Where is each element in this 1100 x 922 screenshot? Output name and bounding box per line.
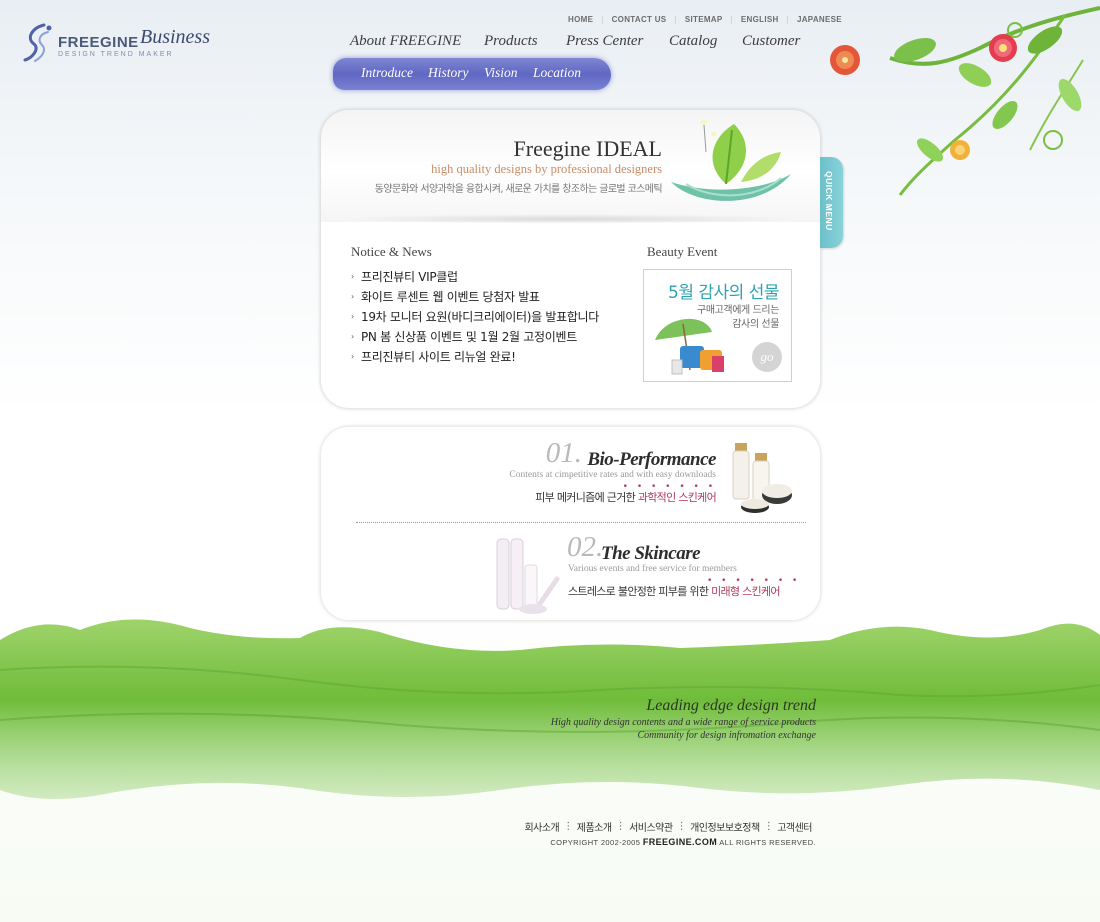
sub-nav: Introduce History Vision Location bbox=[333, 58, 611, 90]
notice-item-text[interactable]: 화이트 루센트 웹 이벤트 당첨자 발표 bbox=[361, 288, 540, 305]
flower-vine-decoration bbox=[830, 6, 1100, 196]
grass-background bbox=[0, 619, 1100, 799]
footer-link-products[interactable]: 제품소개 bbox=[573, 819, 616, 834]
footer-link-company[interactable]: 회사소개 bbox=[520, 819, 563, 834]
skincare-tubes-icon bbox=[496, 538, 560, 614]
slogan-line: Community for design infromation exchang… bbox=[637, 730, 817, 741]
product-korean: 스트레스로 불안정한 피부를 위한 미래형 스킨케어 bbox=[568, 583, 781, 599]
separator: ⋮ bbox=[563, 821, 573, 832]
slogan-line: High quality design contents and a wide … bbox=[550, 717, 816, 728]
subnav-location[interactable]: Location bbox=[533, 65, 581, 81]
product-korean-accent: 미래형 스킨케어 bbox=[711, 585, 780, 598]
event-title: 5월 감사의 선물 bbox=[668, 283, 779, 303]
banner-shadow bbox=[341, 214, 796, 224]
event-heading: Beauty Event bbox=[647, 244, 718, 259]
slogan-text: High quality design contents and a wide … bbox=[551, 716, 816, 742]
util-sitemap-link[interactable]: SITEMAP bbox=[677, 15, 731, 24]
ideal-korean-tagline: 동양문화와 서양과학을 융합시켜, 새로운 가치를 창조하는 글로벌 코스메틱 bbox=[374, 184, 663, 195]
list-item[interactable]: › 19차 모니터 요원(바디크리에이터)을 발표합니다 bbox=[351, 306, 631, 326]
product-title[interactable]: Bio-Performance bbox=[587, 449, 716, 471]
ideal-panel: Freegine IDEAL high quality designs by p… bbox=[321, 110, 820, 408]
slogan-title: Leading edge design trend bbox=[646, 697, 816, 714]
list-item[interactable]: › 프리진뷰티 VIP클럽 bbox=[351, 266, 631, 286]
list-item[interactable]: › 프리진뷰티 사이트 리뉴얼 완료! bbox=[351, 346, 631, 366]
umbrella-bags-icon bbox=[655, 318, 724, 375]
orange-flower bbox=[830, 45, 860, 75]
notice-item-text[interactable]: 프리진뷰티 VIP클럽 bbox=[361, 268, 458, 285]
logo-swirl-icon bbox=[23, 23, 52, 62]
separator: ⋮ bbox=[763, 821, 774, 832]
util-english-link[interactable]: ENGLISH bbox=[733, 15, 787, 24]
event-go-button[interactable]: go bbox=[752, 342, 782, 372]
footer-link-customer[interactable]: 고객센터 bbox=[773, 819, 816, 834]
footer-nav: 회사소개 ⋮ 제품소개 ⋮ 서비스약관 ⋮ 개인정보보호정책 ⋮ 고객센터 bbox=[520, 819, 816, 834]
leaf-boat-icon bbox=[671, 119, 791, 201]
quick-menu-label: QUICK MENU bbox=[824, 171, 834, 231]
notice-item-text[interactable]: 19차 모니터 요원(바디크리에이터)을 발표합니다 bbox=[361, 308, 599, 325]
list-item[interactable]: › 화이트 루센트 웹 이벤트 당첨자 발표 bbox=[351, 286, 631, 306]
footer-link-terms[interactable]: 서비스약관 bbox=[625, 819, 677, 834]
site-logo[interactable]: FREEGINE Business DESIGN TREND MAKER bbox=[22, 22, 210, 67]
product-korean: 피부 메커니즘에 근거한 과학적인 스킨케어 bbox=[535, 489, 716, 505]
product-number: 01. bbox=[545, 437, 582, 469]
ideal-banner: Freegine IDEAL high quality designs by p… bbox=[321, 110, 820, 222]
nav-about[interactable]: About FREEGINE bbox=[350, 33, 461, 50]
notice-item-text[interactable]: PN 봄 신상품 이벤트 및 1월 2월 고정이벤트 bbox=[361, 328, 577, 345]
nav-press-center[interactable]: Press Center bbox=[566, 33, 643, 50]
separator: ⋮ bbox=[615, 821, 626, 832]
notice-item-text[interactable]: 프리진뷰티 사이트 리뉴얼 완료! bbox=[361, 348, 516, 365]
product-korean-text: 스트레스로 불안정한 피부를 위한 bbox=[568, 585, 712, 598]
product-korean-text: 피부 메커니즘에 근거한 bbox=[535, 491, 638, 504]
nav-catalog[interactable]: Catalog bbox=[669, 33, 717, 50]
cosmetic-bottles-icon bbox=[732, 443, 792, 513]
ideal-title: Freegine IDEAL bbox=[513, 136, 662, 161]
bullet-arrow-icon: › bbox=[351, 331, 354, 341]
quick-menu-tab[interactable]: QUICK MENU bbox=[820, 157, 843, 248]
list-item[interactable]: › PN 봄 신상품 이벤트 및 1월 2월 고정이벤트 bbox=[351, 326, 631, 346]
copyright-brand: FREEGINE.COM bbox=[642, 837, 718, 847]
utility-nav: HOME | CONTACT US | SITEMAP | ENGLISH | JAPA… bbox=[560, 12, 850, 26]
product-korean-accent: 과학적인 스킨케어 bbox=[637, 491, 717, 504]
product-description: Contents at cimpetitive rates and with e… bbox=[509, 470, 716, 480]
logo-name: FREEGINE bbox=[58, 34, 139, 51]
ideal-subtitle: high quality designs by professional des… bbox=[431, 162, 662, 176]
yellow-flower bbox=[950, 140, 970, 160]
separator: ⋮ bbox=[676, 821, 687, 832]
util-contact-link[interactable]: CONTACT US bbox=[604, 15, 675, 24]
product-description: Various events and free service for memb… bbox=[568, 564, 737, 574]
product-title[interactable]: The Skincare bbox=[601, 543, 701, 565]
bullet-arrow-icon: › bbox=[351, 351, 354, 361]
notice-list: › 프리진뷰티 VIP클럽 › 화이트 루센트 웹 이벤트 당첨자 발표 › 19차 … bbox=[351, 266, 631, 366]
bullet-arrow-icon: › bbox=[351, 291, 354, 301]
footer-link-privacy[interactable]: 개인정보보호정책 bbox=[686, 819, 764, 834]
subnav-vision[interactable]: Vision bbox=[484, 65, 518, 81]
copyright-text: COPYRIGHT 2002-2005 bbox=[550, 838, 641, 847]
products-panel: 01. Bio-Performance Contents at cimpetit… bbox=[321, 427, 820, 620]
logo-suffix: Business bbox=[140, 26, 210, 48]
util-home-link[interactable]: HOME bbox=[560, 15, 601, 24]
logo-tagline: DESIGN TREND MAKER bbox=[58, 51, 174, 58]
red-flower bbox=[989, 34, 1017, 62]
bullet-arrow-icon: › bbox=[351, 311, 354, 321]
subnav-history[interactable]: History bbox=[428, 65, 469, 81]
nav-customer[interactable]: Customer bbox=[742, 33, 800, 50]
copyright: COPYRIGHT 2002-2005 FREEGINE.COM ALL RIG… bbox=[550, 837, 816, 847]
notice-heading: Notice & News bbox=[351, 244, 432, 259]
copyright-text: ALL RIGHTS RESERVED. bbox=[719, 838, 816, 847]
dotted-divider bbox=[356, 522, 806, 523]
product-number: 02. bbox=[567, 531, 604, 563]
subnav-introduce[interactable]: Introduce bbox=[361, 65, 413, 81]
nav-products[interactable]: Products bbox=[484, 33, 538, 50]
bullet-arrow-icon: › bbox=[351, 271, 354, 281]
beauty-event-banner[interactable]: 5월 감사의 선물 구매고객에게 드리는 감사의 선물 go bbox=[643, 269, 792, 382]
